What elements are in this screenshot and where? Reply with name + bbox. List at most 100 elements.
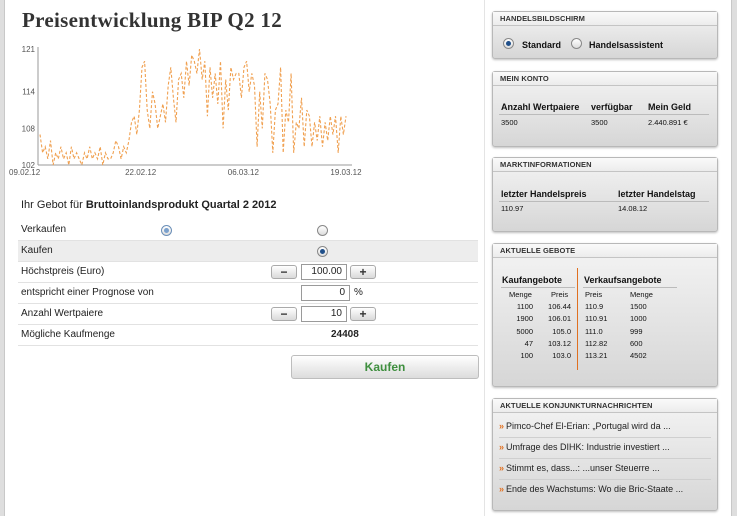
account-available-value: 3500 xyxy=(591,118,608,127)
buy-offers-underline xyxy=(501,287,575,288)
news-item-text: Pimco-Chef El-Erian: „Portugal wird da .… xyxy=(506,421,671,431)
account-heading: MEIN KONTO xyxy=(493,72,717,86)
buy-offers-title: Kaufangebote xyxy=(502,275,563,285)
news-item-link[interactable]: » Stimmt es, dass...: ...unser Steuerre .… xyxy=(499,463,660,473)
forecast-unit: % xyxy=(354,287,363,298)
chart-x-tick-label: 06.03.12 xyxy=(228,168,260,177)
sell-offer-price: 113.21 xyxy=(585,351,608,361)
max-price-row: Höchstpreis (Euro) − 100.00 + xyxy=(18,262,478,283)
buy-offer-quantity: 5000 xyxy=(516,326,533,336)
max-price-plus-button[interactable]: + xyxy=(350,265,376,279)
account-quantity-value: 3500 xyxy=(501,118,518,127)
buy-offer-quantity: 1900 xyxy=(516,314,533,324)
sell-offer-price: 111.0 xyxy=(585,326,603,336)
buy-col-price: Preis xyxy=(551,290,569,299)
news-separator xyxy=(499,437,711,438)
current-offers-heading: AKTUELLE GEBOTE xyxy=(493,244,717,258)
possible-quantity-row: Mögliche Kaufmenge 24408 xyxy=(18,325,478,346)
news-item-link[interactable]: » Ende des Wachstums: Wo die Bric-Staate … xyxy=(499,484,683,494)
buy-offer-price: 103.0 xyxy=(552,351,571,361)
chart-x-tick-label: 19.03.12 xyxy=(330,168,362,177)
possible-quantity-value: 24408 xyxy=(331,329,359,340)
quantity-label: Anzahl Wertpaiere xyxy=(21,308,104,319)
account-col-available: verfügbar xyxy=(591,102,633,112)
page-title: Preisentwicklung BIP Q2 12 xyxy=(22,8,283,32)
max-price-minus-button[interactable]: − xyxy=(271,265,297,279)
buy-offer-price: 105.0 xyxy=(552,326,571,336)
sell-offer-quantity: 600 xyxy=(630,338,643,348)
quantity-plus-button[interactable]: + xyxy=(350,307,376,321)
buy-offer-price: 106.44 xyxy=(548,302,571,311)
trading-screen-box: HANDELSBILDSCHIRM Standard Handelsassist… xyxy=(492,11,718,59)
quantity-minus-button[interactable]: − xyxy=(271,307,297,321)
standard-radio[interactable] xyxy=(503,38,514,49)
market-last-price-value: 110.97 xyxy=(501,204,524,213)
market-info-heading: MARKTINFORMATIONEN xyxy=(493,158,717,172)
chart-y-tick-label: 121 xyxy=(22,45,36,54)
news-arrow-icon: » xyxy=(499,442,505,452)
sell-radio[interactable] xyxy=(317,225,328,236)
sell-offer-price: 112.82 xyxy=(585,338,608,348)
buy-offer-quantity: 100 xyxy=(520,351,533,361)
sell-col-price: Preis xyxy=(585,290,603,299)
possible-quantity-label: Mögliche Kaufmenge xyxy=(21,329,115,340)
news-item-text: Umfrage des DIHK: Industrie investiert .… xyxy=(506,442,670,452)
sell-offers-underline xyxy=(583,287,677,288)
offers-divider xyxy=(577,268,578,370)
account-col-money: Mein Geld xyxy=(648,102,692,112)
market-separator xyxy=(499,201,709,202)
news-arrow-icon: » xyxy=(499,421,505,431)
buy-row: Kaufen xyxy=(18,241,478,262)
price-chart: 12111410810209.02.12 22.02.12 06.03.12 19.0… xyxy=(9,45,362,177)
sell-row: Verkaufen xyxy=(18,220,478,241)
market-col-last-day: letzter Handelstag xyxy=(618,189,696,199)
chart-series-path xyxy=(39,48,347,167)
buy-offer-quantity: 47 xyxy=(524,338,533,348)
buy-offer-price: 103.12 xyxy=(548,338,571,348)
news-separator xyxy=(499,479,711,480)
buy-offer-price: 106.01 xyxy=(548,314,571,324)
buy-col-quantity: Menge xyxy=(509,290,532,299)
news-item-link[interactable]: » Umfrage des DIHK: Industrie investiert … xyxy=(499,442,670,452)
market-last-day-value: 14.08.12 xyxy=(618,204,648,213)
sell-offer-quantity: 1500 xyxy=(630,302,647,311)
chart-y-tick-label: 108 xyxy=(22,124,36,133)
order-form: Verkaufen Kaufen Höchstpreis (Euro) − 10… xyxy=(18,220,478,346)
assistant-label: Handelsassistent xyxy=(589,40,664,50)
max-price-input[interactable]: 100.00 xyxy=(301,264,347,280)
sell-label: Verkaufen xyxy=(21,224,67,235)
sell-offers-title: Verkaufsangebote xyxy=(584,275,662,285)
buy-label: Kaufen xyxy=(21,245,53,256)
buy-offer-quantity: 1100 xyxy=(516,302,533,311)
chart-x-tick-label: 09.02.12 xyxy=(9,168,41,177)
chart-series-line xyxy=(39,48,347,167)
quantity-input[interactable]: 10 xyxy=(301,306,347,322)
sell-offer-quantity: 999 xyxy=(630,326,643,336)
right-scrollbar[interactable] xyxy=(731,0,737,516)
sell-offer-quantity: 4502 xyxy=(630,351,647,361)
left-frame xyxy=(0,0,5,516)
news-item-text: Ende des Wachstums: Wo die Bric-Staate .… xyxy=(506,484,684,494)
news-arrow-icon: » xyxy=(499,463,505,473)
quantity-row: Anzahl Wertpaiere − 10 + xyxy=(18,304,478,325)
standard-label: Standard xyxy=(522,40,562,50)
buy-radio[interactable] xyxy=(317,246,328,257)
news-box: AKTUELLE KONJUNKTURNACHRICHTEN » Pimco-Ch… xyxy=(492,398,718,511)
account-separator xyxy=(499,114,709,115)
column-divider xyxy=(484,0,485,516)
trading-screen-heading: HANDELSBILDSCHIRM xyxy=(493,12,717,26)
sell-radio-indicator[interactable] xyxy=(161,225,172,236)
sell-offer-quantity: 1000 xyxy=(630,314,647,324)
buy-submit-button[interactable]: Kaufen xyxy=(291,355,479,379)
offer-instrument: Bruttoinlandsprodukt Quartal 2 2012 xyxy=(85,199,277,211)
chart-axes: 12111410810209.02.12 22.02.12 06.03.12 19.0… xyxy=(9,45,362,177)
current-offers-box: AKTUELLE GEBOTE Kaufangebote Verkaufsang… xyxy=(492,243,718,387)
forecast-input[interactable]: 0 xyxy=(301,285,350,301)
news-item-link[interactable]: » Pimco-Chef El-Erian: „Portugal wird da … xyxy=(499,421,671,431)
market-col-last-price: letzter Handelspreis xyxy=(501,189,587,199)
chart-x-tick-label: 22.02.12 xyxy=(125,168,157,177)
account-col-quantity: Anzahl Wertpaiere xyxy=(501,102,580,112)
sell-offer-price: 110.9 xyxy=(585,302,604,311)
news-separator xyxy=(499,458,711,459)
assistant-radio[interactable] xyxy=(571,38,582,49)
